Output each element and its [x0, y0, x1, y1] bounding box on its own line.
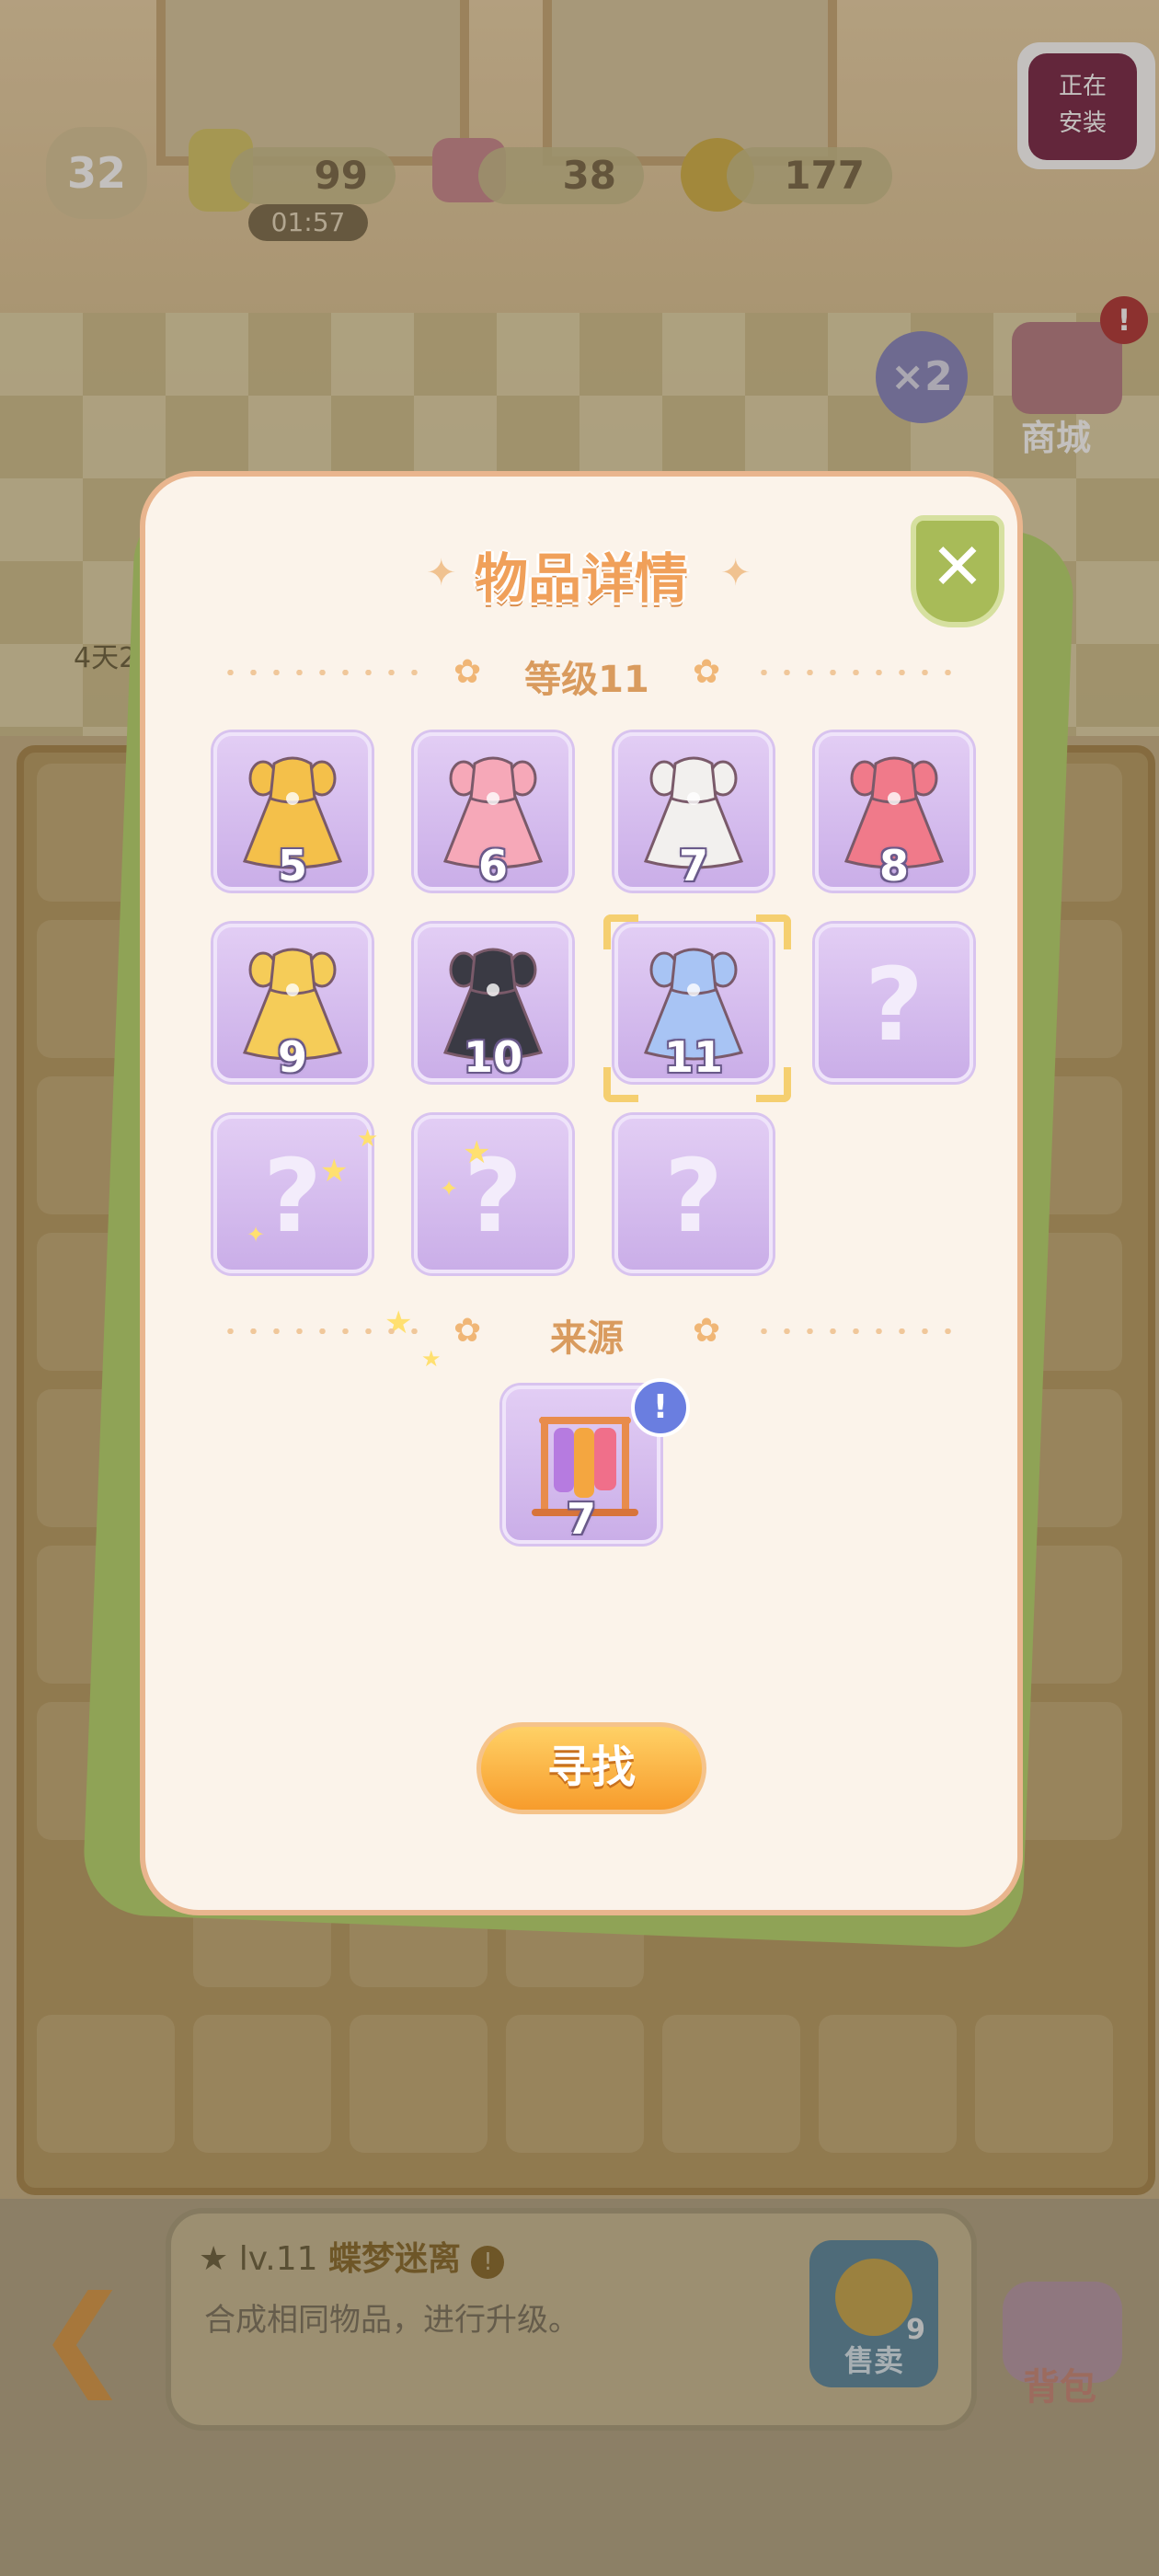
sparkle-icon: ★	[357, 1125, 379, 1153]
item-level-number: 7	[678, 841, 708, 891]
item-slot[interactable]: 9	[213, 924, 372, 1082]
selection-corner	[756, 914, 791, 949]
item-slot-locked[interactable]: ?	[414, 1115, 572, 1273]
dotted-divider	[752, 670, 955, 675]
paw-icon: ✿	[693, 1312, 721, 1350]
item-level-number: 11	[663, 1032, 723, 1082]
item-slot-locked[interactable]: ?	[614, 1115, 773, 1273]
item-slot[interactable]: 10	[414, 924, 572, 1082]
source-section-label: 来源	[550, 1317, 624, 1360]
close-button[interactable]: ✕	[911, 515, 1004, 627]
item-level-number: 8	[878, 841, 909, 891]
close-icon: ✕	[930, 529, 985, 604]
sparkle-icon: ✦	[247, 1222, 266, 1248]
source-info-badge[interactable]: !	[631, 1378, 690, 1437]
find-button[interactable]: 寻找	[476, 1722, 706, 1814]
item-slot[interactable]: 5	[213, 732, 372, 891]
item-details-modal: ✦ ✦ 物品详情 ✿ 等级11 ✿ 5 6 7 8 9 10 11???? ★ ★ ★ ✦ …	[140, 471, 1023, 1915]
source-section-header: ✿ 来源 ✿	[219, 1312, 955, 1360]
item-level-number: 5	[277, 841, 307, 891]
selection-corner	[756, 1067, 791, 1102]
item-slot-locked[interactable]: ?	[213, 1115, 372, 1273]
dotted-divider	[752, 1328, 955, 1334]
paw-icon: ✿	[693, 653, 721, 691]
item-slot[interactable]: 8	[815, 732, 973, 891]
selection-corner	[603, 914, 638, 949]
source-item-level: 7	[566, 1494, 596, 1544]
sparkle-icon: ★	[463, 1134, 491, 1171]
unknown-icon: ?	[865, 946, 924, 1064]
item-slot[interactable]: 6	[414, 732, 572, 891]
level-section-label: 等级11	[524, 659, 649, 701]
sparkle-icon: ★	[320, 1153, 349, 1190]
unknown-icon: ?	[664, 1137, 723, 1255]
item-slot[interactable]: 7	[614, 732, 773, 891]
item-level-number: 6	[477, 841, 508, 891]
item-level-number: 10	[463, 1032, 522, 1082]
selection-corner	[603, 1067, 638, 1102]
modal-title: 物品详情	[474, 547, 688, 610]
level-section-header: ✿ 等级11 ✿	[219, 653, 955, 701]
item-level-number: 9	[277, 1032, 307, 1082]
item-slot-locked[interactable]: ?	[815, 924, 973, 1082]
sparkle-icon: ✦	[440, 1176, 459, 1202]
